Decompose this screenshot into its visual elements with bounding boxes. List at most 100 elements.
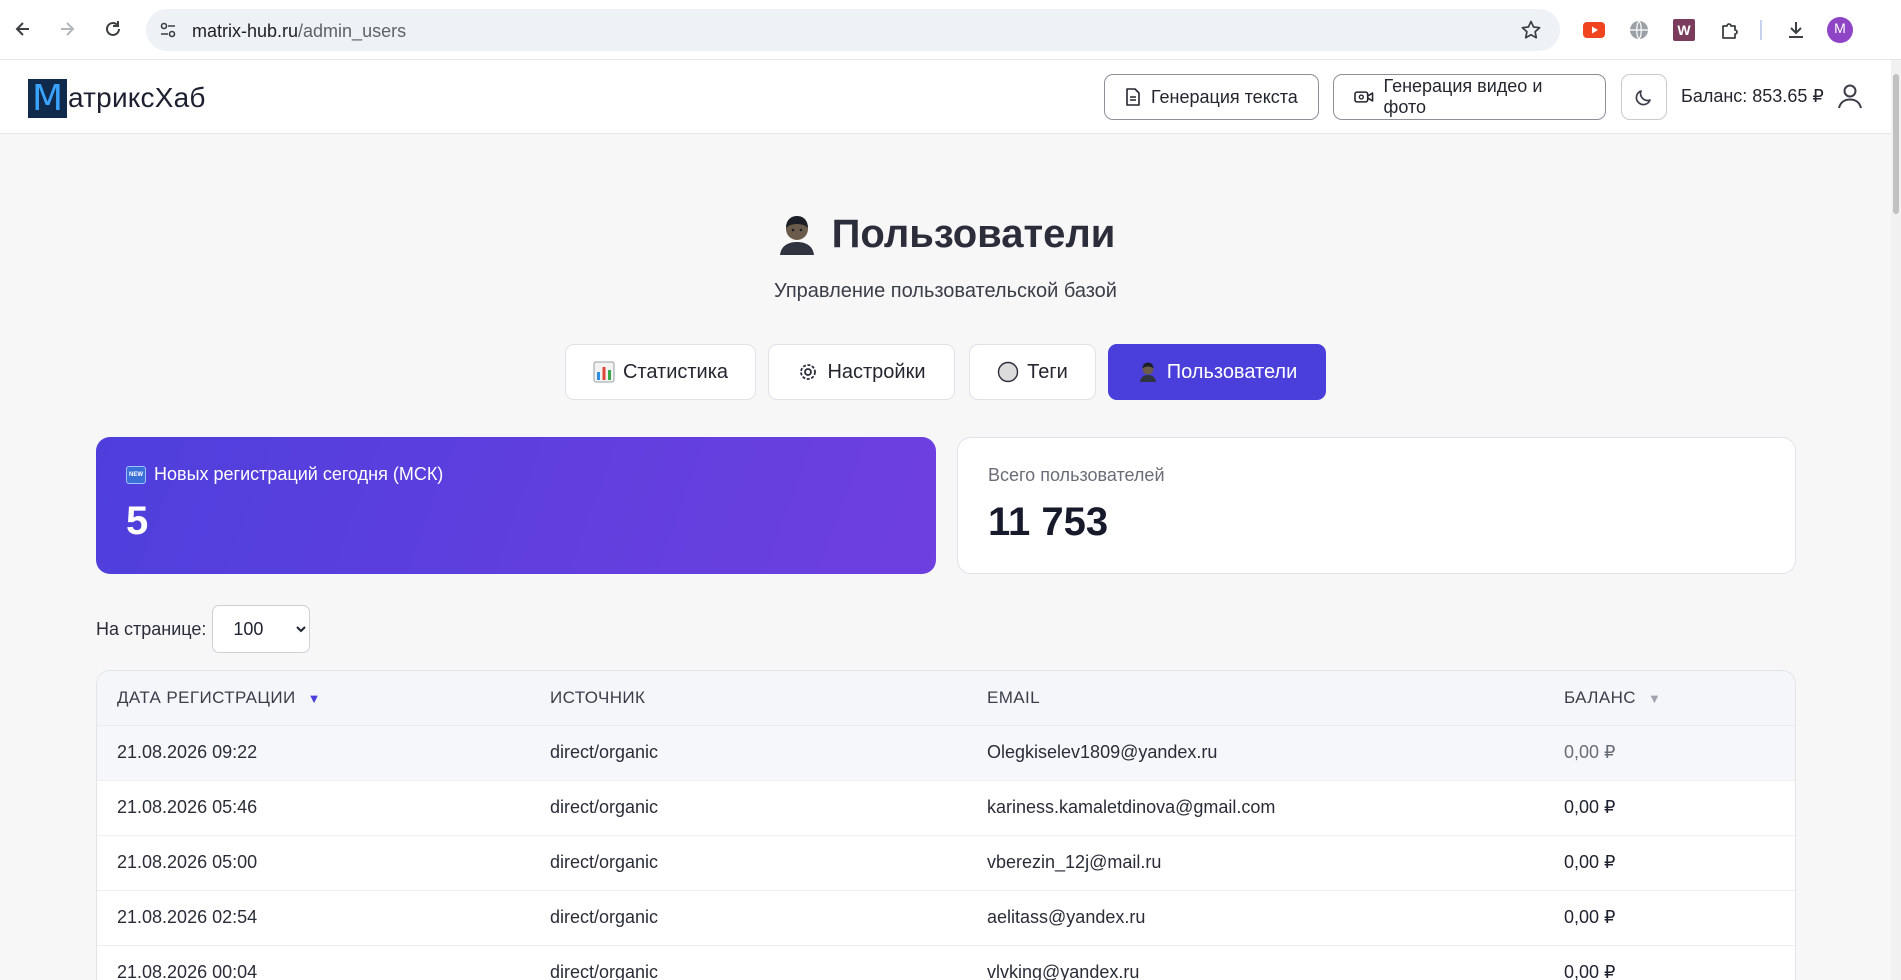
url-path: /admin_users <box>298 21 407 41</box>
tab-users[interactable]: Пользователи <box>1108 344 1326 400</box>
cell-date: 21.08.2026 00:04 <box>117 962 258 980</box>
cell-source: direct/organic <box>550 742 659 762</box>
profile-avatar[interactable]: M <box>1826 16 1854 44</box>
gear-icon <box>797 361 819 383</box>
user-account-icon[interactable] <box>1836 82 1866 112</box>
document-icon <box>1126 88 1140 106</box>
logo-mark: M <box>28 78 67 118</box>
tab-tags[interactable]: Теги <box>969 344 1096 400</box>
cell-balance: 0,00 ₽ <box>1564 962 1616 980</box>
tab-settings[interactable]: Настройки <box>768 344 955 400</box>
forward-icon[interactable] <box>52 14 82 44</box>
column-date-label: ДАТА РЕГИСТРАЦИИ <box>117 687 296 707</box>
column-header-email: EMAIL <box>967 671 1544 725</box>
per-page-label: На странице: <box>96 618 207 639</box>
profile-letter: M <box>1834 20 1846 36</box>
total-users-label: Всего пользователей <box>988 465 1165 485</box>
cell-source: direct/organic <box>550 852 659 872</box>
new-registrations-card: NEW Новых регистраций сегодня (МСК) 5 <box>96 437 936 574</box>
page-scrollbar[interactable] <box>1891 60 1901 980</box>
scrollbar-thumb[interactable] <box>1893 74 1899 214</box>
site-settings-icon[interactable] <box>158 20 178 40</box>
table-row[interactable]: 21.08.2026 02:54 direct/organic aelitass… <box>97 890 1795 945</box>
youtube-extension-icon[interactable] <box>1580 16 1608 44</box>
downloads-icon[interactable] <box>1782 16 1810 44</box>
globe-extension-icon[interactable] <box>1625 16 1653 44</box>
user-icon <box>1137 361 1159 383</box>
balance-display: Баланс: 853.65 ₽ <box>1681 86 1824 106</box>
column-header-balance[interactable]: БАЛАНС ▼ <box>1544 671 1795 725</box>
new-registrations-label: NEW Новых регистраций сегодня (МСК) <box>126 464 906 485</box>
back-icon[interactable] <box>8 14 38 44</box>
extensions-puzzle-icon[interactable] <box>1716 16 1744 44</box>
cell-source: direct/organic <box>550 797 659 817</box>
table-row[interactable]: 21.08.2026 05:00 direct/organic vberezin… <box>97 835 1795 890</box>
new-registrations-value: 5 <box>126 499 149 543</box>
cell-balance: 0,00 ₽ <box>1564 852 1616 872</box>
logo-text: атриксХаб <box>68 82 206 113</box>
address-bar[interactable]: matrix-hub.ru/admin_users <box>146 9 1560 51</box>
cell-email: vberezin_12j@mail.ru <box>987 852 1162 872</box>
tab-statistics-label: Статистика <box>622 360 729 383</box>
circle-icon <box>997 361 1019 383</box>
cell-date: 21.08.2026 05:46 <box>117 797 258 817</box>
sort-inactive-icon[interactable]: ▼ <box>1648 691 1661 706</box>
cell-email: aelitass@yandex.ru <box>987 907 1146 927</box>
total-users-value: 11 753 <box>988 500 1109 544</box>
table-row[interactable]: 21.08.2026 05:46 direct/organic kariness… <box>97 780 1795 835</box>
theme-toggle-button[interactable] <box>1621 74 1667 120</box>
cell-date: 21.08.2026 09:22 <box>117 742 258 762</box>
cell-balance: 0,00 ₽ <box>1564 742 1616 762</box>
column-header-date[interactable]: ДАТА РЕГИСТРАЦИИ ▼ <box>97 671 530 725</box>
table-header-row: ДАТА РЕГИСТРАЦИИ ▼ ИСТОЧНИК EMAIL БАЛАНС ▼ <box>97 671 1795 725</box>
page-title: Пользователи <box>0 212 1891 257</box>
column-header-source: ИСТОЧНИК <box>530 671 967 725</box>
media-generation-button[interactable]: Генерация видео и фото <box>1333 74 1606 120</box>
per-page-control: На странице: 100 <box>96 605 311 653</box>
column-source-label: ИСТОЧНИК <box>550 687 646 707</box>
reload-icon[interactable] <box>98 14 128 44</box>
text-generation-button[interactable]: Генерация текста <box>1104 74 1319 120</box>
tab-tags-label: Теги <box>1027 360 1068 383</box>
w-extension-icon[interactable]: W <box>1670 16 1698 44</box>
logo[interactable]: M атриксХаб <box>28 78 206 118</box>
table-row[interactable]: 21.08.2026 00:04 direct/organic vlvking@… <box>97 945 1795 980</box>
site-header: M атриксХаб Генерация текста Генерация в… <box>0 60 1901 134</box>
media-generation-label: Генерация видео и фото <box>1383 76 1543 117</box>
browser-toolbar: matrix-hub.ru/admin_users W M <box>0 0 1901 60</box>
cell-date: 21.08.2026 05:00 <box>117 852 258 872</box>
cell-balance: 0,00 ₽ <box>1564 907 1616 927</box>
tab-users-label: Пользователи <box>1166 360 1298 383</box>
tab-settings-label: Настройки <box>827 360 926 383</box>
table-row[interactable]: 21.08.2026 09:22 direct/organic Olegkise… <box>97 725 1795 780</box>
new-badge-icon: NEW <box>126 465 146 484</box>
column-email-label: EMAIL <box>987 687 1041 707</box>
sort-desc-icon[interactable]: ▼ <box>308 691 321 706</box>
cell-source: direct/organic <box>550 907 659 927</box>
text-generation-label: Генерация текста <box>1151 86 1298 107</box>
chart-icon <box>593 361 615 383</box>
cell-date: 21.08.2026 02:54 <box>117 907 258 927</box>
camera-icon <box>1354 91 1374 103</box>
moon-icon <box>1635 90 1651 106</box>
cell-email: vlvking@yandex.ru <box>987 962 1140 980</box>
user-avatar-emoji-icon <box>779 215 814 255</box>
cell-balance: 0,00 ₽ <box>1564 797 1616 817</box>
page-subtitle: Управление пользовательской базой <box>774 280 1117 302</box>
cell-email: kariness.kamaletdinova@gmail.com <box>987 797 1276 817</box>
cell-source: direct/organic <box>550 962 659 980</box>
cell-email: Olegkiselev1809@yandex.ru <box>987 742 1218 762</box>
url-host: matrix-hub.ru <box>192 21 299 41</box>
bookmark-star-icon[interactable] <box>1520 19 1542 41</box>
new-registrations-text: Новых регистраций сегодня (МСК) <box>154 464 444 484</box>
users-table: ДАТА РЕГИСТРАЦИИ ▼ ИСТОЧНИК EMAIL БАЛАНС ▼… <box>96 670 1796 980</box>
page-title-text: Пользователи <box>831 212 1116 256</box>
toolbar-divider <box>1760 20 1762 40</box>
tab-statistics[interactable]: Статистика <box>565 344 756 400</box>
column-balance-label: БАЛАНС <box>1564 687 1636 707</box>
url-text: matrix-hub.ru/admin_users <box>192 21 406 42</box>
admin-tabs: Статистика Настройки Теги Пользователи <box>0 344 1891 400</box>
per-page-select[interactable]: 100 <box>212 605 311 653</box>
svg-text:W: W <box>1677 22 1691 38</box>
total-users-card: Всего пользователей 11 753 <box>957 437 1796 574</box>
